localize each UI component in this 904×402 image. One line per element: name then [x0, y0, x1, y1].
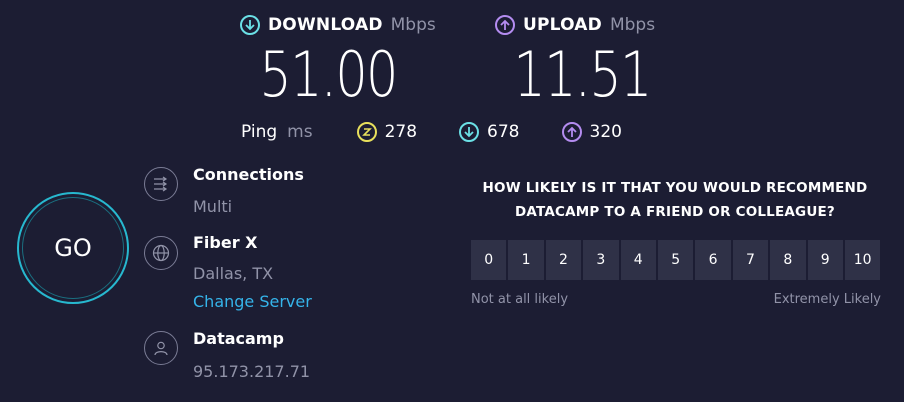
ping-label: Ping: [241, 122, 278, 142]
server-location: Dallas, TX: [193, 264, 274, 283]
scale-button-5[interactable]: 5: [657, 240, 694, 280]
download-value: 51.00: [259, 38, 398, 111]
provider-ip: 95.173.217.71: [193, 362, 311, 381]
user-icon: [144, 331, 178, 365]
change-server-link[interactable]: Change Server: [193, 292, 312, 311]
ping-download-icon: [459, 122, 480, 142]
survey-question: HOW LIKELY IS IT THAT YOU WOULD RECOMMEN…: [470, 176, 880, 224]
scale-button-6[interactable]: 6: [695, 240, 731, 280]
connections-title: Connections: [193, 165, 304, 184]
ping-upload-value: 320: [589, 122, 622, 142]
scale-button-3[interactable]: 3: [583, 240, 619, 280]
ping-row: Ping ms 278 678 320: [241, 122, 661, 142]
ping-idle-icon: [356, 122, 377, 142]
download-header: DOWNLOAD Mbps: [240, 15, 436, 35]
download-arrow-icon: [240, 15, 260, 35]
survey-scale: 0 1 2 3 4 5 6 7 8 9 10: [471, 240, 881, 280]
scale-button-8[interactable]: 8: [770, 240, 806, 280]
scale-low-label: Not at all likely: [471, 292, 569, 307]
globe-icon: [144, 236, 178, 270]
download-unit: Mbps: [390, 15, 436, 35]
download-value-wrap: 51.00: [245, 44, 405, 106]
ping-idle: 278: [356, 122, 418, 142]
go-button-ring[interactable]: GO: [17, 192, 129, 304]
connections-value: Multi: [193, 197, 233, 216]
go-button[interactable]: GO: [22, 197, 124, 299]
scale-button-0[interactable]: 0: [471, 240, 507, 280]
scale-high-label: Extremely Likely: [773, 292, 881, 307]
ping-idle-value: 278: [384, 122, 418, 142]
upload-value: 11.51: [513, 38, 652, 111]
scale-button-1[interactable]: 1: [508, 240, 544, 280]
upload-header: UPLOAD Mbps: [495, 15, 655, 35]
survey-question-line-1: HOW LIKELY IS IT THAT YOU WOULD RECOMMEN…: [482, 180, 868, 196]
upload-value-wrap: 11.51: [499, 44, 659, 106]
server-title: Fiber X: [193, 233, 258, 252]
upload-label: UPLOAD: [523, 15, 602, 35]
provider-title: Datacamp: [193, 329, 284, 348]
upload-unit: Mbps: [609, 15, 656, 35]
survey-question-line-2: DATACAMP TO A FRIEND OR COLLEAGUE?: [515, 204, 835, 220]
ping-upload-icon: [561, 122, 582, 142]
ping-unit: ms: [287, 122, 313, 142]
scale-button-4[interactable]: 4: [620, 240, 656, 280]
scale-button-7[interactable]: 7: [732, 240, 769, 280]
ping-download: 678: [459, 122, 520, 142]
ping-download-value: 678: [487, 122, 520, 142]
scale-button-9[interactable]: 9: [807, 240, 843, 280]
ping-upload: 320: [561, 122, 622, 142]
upload-arrow-icon: [495, 15, 515, 35]
scale-button-10[interactable]: 10: [844, 240, 881, 280]
connections-icon: [144, 167, 178, 201]
download-label: DOWNLOAD: [268, 15, 383, 35]
scale-button-2[interactable]: 2: [545, 240, 582, 280]
